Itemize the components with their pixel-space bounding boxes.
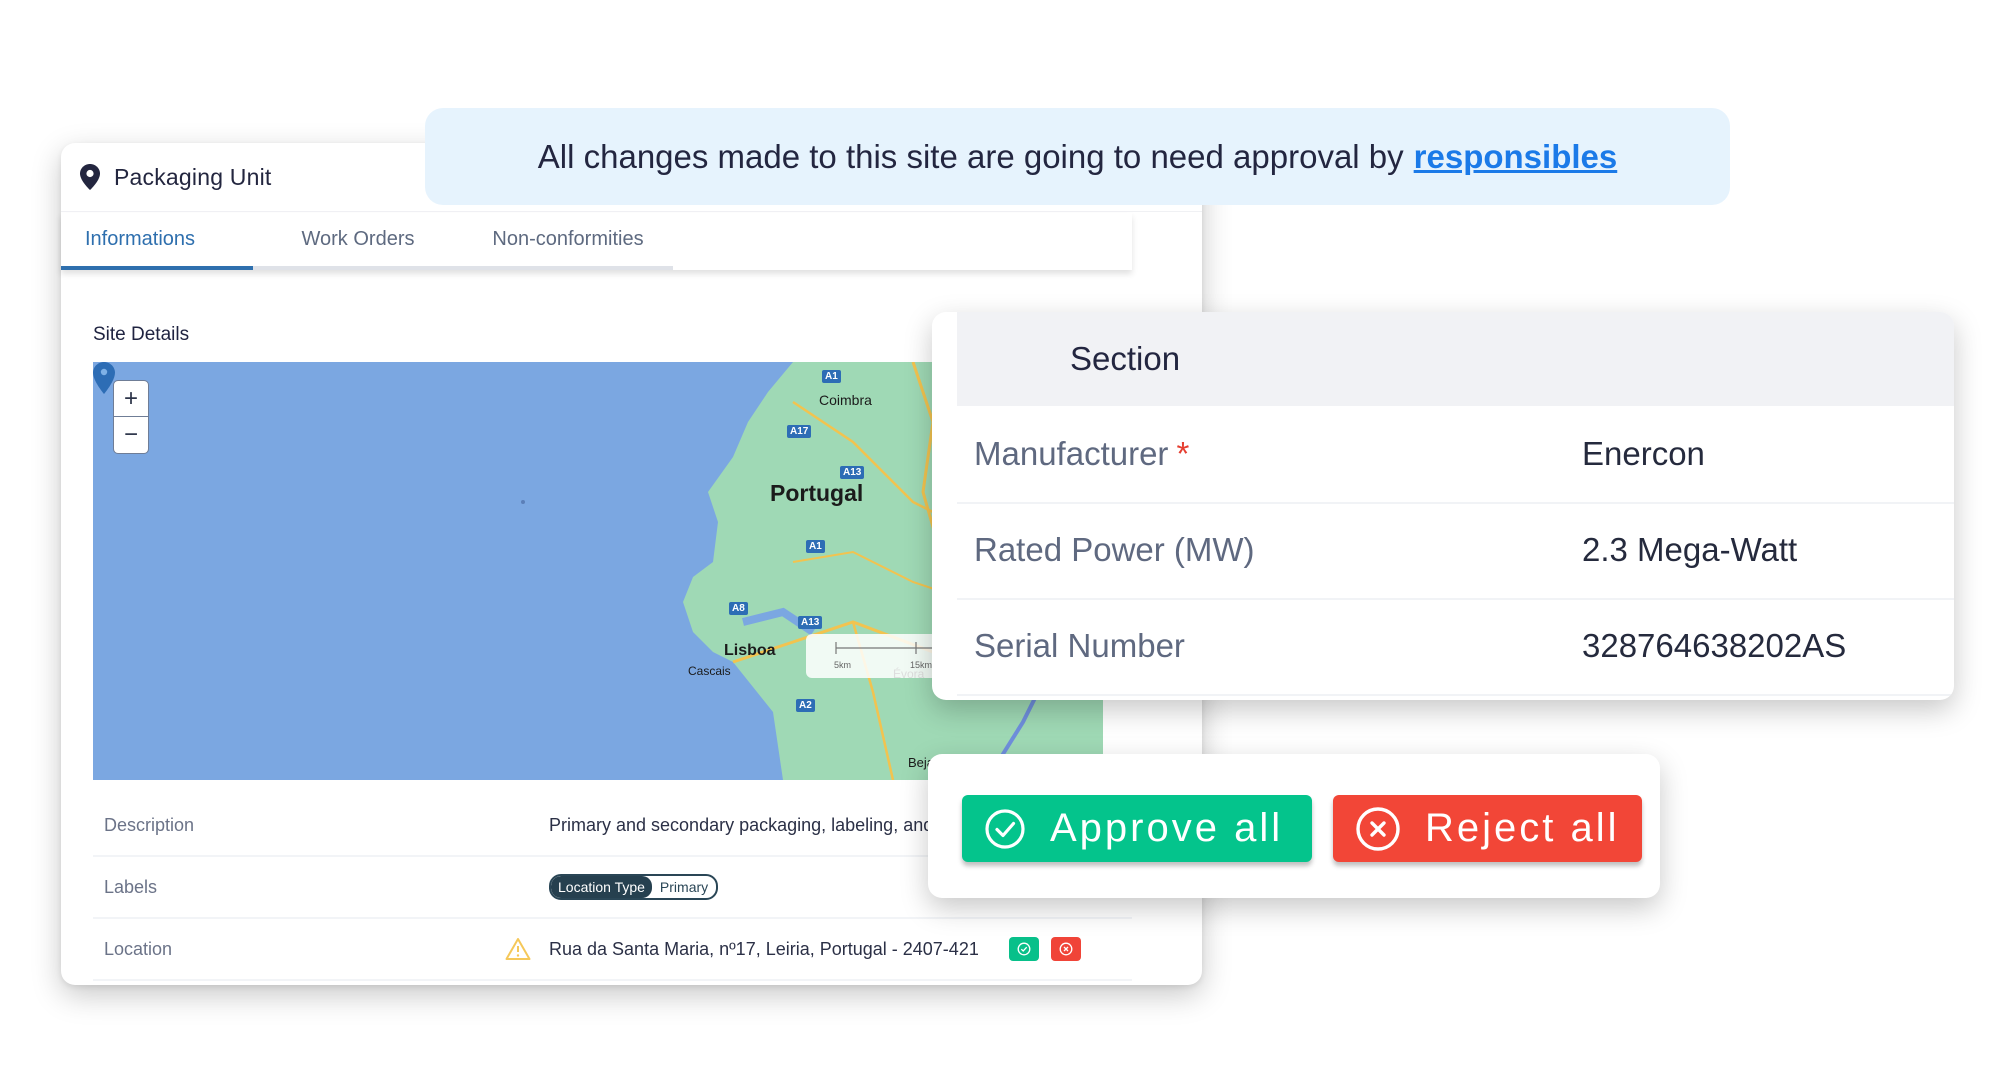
- serial-number-value: 328764638202AS: [1582, 627, 1847, 664]
- serial-number-label: Serial Number: [974, 627, 1185, 664]
- label-chip[interactable]: Location Type Primary: [549, 874, 719, 900]
- city-label-lisboa: Lisboa: [724, 642, 776, 659]
- description-label: Description: [104, 814, 195, 835]
- label-chip-key: Location Type: [551, 876, 652, 898]
- approve-all-label: Approve all: [1050, 806, 1284, 850]
- road-label-a1: A1: [822, 370, 841, 383]
- map-pin-icon: [80, 164, 100, 190]
- city-label-coimbra: Coimbra: [819, 392, 872, 408]
- tab-non-conformities[interactable]: Non-conformities: [463, 213, 673, 270]
- location-value-group: Rua da Santa Maria, nº17, Leiria, Portug…: [505, 937, 1081, 961]
- section-title: Section: [1070, 340, 1181, 377]
- tab-work-orders[interactable]: Work Orders: [253, 213, 463, 270]
- rated-power-label: Rated Power (MW): [974, 531, 1255, 568]
- bulk-action-panel: Approve all Reject all: [928, 754, 1660, 898]
- road-label-a2: A2: [796, 699, 815, 712]
- approve-change-button[interactable]: [1008, 937, 1039, 961]
- site-details-heading: Site Details: [93, 324, 190, 345]
- description-value: Primary and secondary packaging, labelin…: [549, 814, 934, 835]
- reject-all-label: Reject all: [1425, 806, 1620, 850]
- banner-text: All changes made to this site are going …: [537, 137, 1404, 175]
- check-circle-icon: [985, 808, 1025, 849]
- reject-all-button[interactable]: Reject all: [1333, 795, 1642, 862]
- check-circle-icon: [1017, 942, 1031, 956]
- scale-label-15km: 15km: [910, 660, 933, 670]
- map-zoom-control: + −: [113, 380, 149, 454]
- city-label-cascais: Cascais: [688, 664, 731, 678]
- approve-all-button[interactable]: Approve all: [962, 795, 1312, 862]
- zoom-in-button[interactable]: +: [114, 381, 148, 416]
- section-card: Section Manufacturer * Enercon Rated Powe…: [932, 312, 1954, 700]
- label-chip-value: Primary: [659, 879, 709, 895]
- warning-icon: [505, 938, 531, 960]
- x-circle-icon: [1059, 942, 1073, 956]
- manufacturer-value: Enercon: [1582, 435, 1705, 472]
- reject-change-button[interactable]: [1050, 937, 1081, 961]
- map-scale-bar: 5km 15km: [806, 634, 946, 678]
- zoom-out-button[interactable]: −: [114, 416, 148, 452]
- location-marker-icon[interactable]: [93, 362, 115, 394]
- location-value: Rua da Santa Maria, nº17, Leiria, Portug…: [549, 938, 979, 959]
- section-header: Section: [957, 312, 1954, 406]
- manufacturer-label: Manufacturer *: [957, 435, 1582, 473]
- road-label-a8: A8: [729, 602, 748, 615]
- section-row-serial-number: Serial Number 328764638202AS: [957, 598, 1954, 696]
- location-label: Location: [104, 938, 173, 959]
- approval-banner: All changes made to this site are going …: [425, 108, 1730, 205]
- x-circle-icon: [1356, 806, 1400, 851]
- site-title: Packaging Unit: [114, 163, 272, 190]
- manufacturer-label-text: Manufacturer: [974, 435, 1169, 472]
- scale-line: [835, 642, 946, 654]
- road-label-a13: A13: [840, 466, 865, 479]
- labels-value: Location Type Primary: [549, 874, 719, 900]
- road-label-a13-south: A13: [798, 616, 823, 629]
- section-row-manufacturer: Manufacturer * Enercon: [957, 406, 1954, 504]
- required-asterisk: *: [1176, 435, 1190, 472]
- tab-informations[interactable]: Informations: [61, 213, 253, 270]
- scale-label-5km: 5km: [834, 660, 852, 670]
- rated-power-value: 2.3 Mega-Watt: [1582, 531, 1798, 568]
- section-row-rated-power: Rated Power (MW) 2.3 Mega-Watt: [957, 502, 1954, 600]
- detail-row-location: Location Rua da Santa Maria, nº17, Leiri…: [93, 919, 1132, 981]
- labels-label: Labels: [104, 876, 158, 897]
- road-label-a1-south: A1: [806, 540, 825, 553]
- tab-bar: Informations Work Orders Non-conformitie…: [61, 213, 1132, 270]
- tab-spacer: [673, 213, 1132, 270]
- country-label-portugal: Portugal: [770, 480, 864, 506]
- road-label-a17: A17: [787, 425, 812, 438]
- responsibles-link[interactable]: responsibles: [1414, 138, 1618, 176]
